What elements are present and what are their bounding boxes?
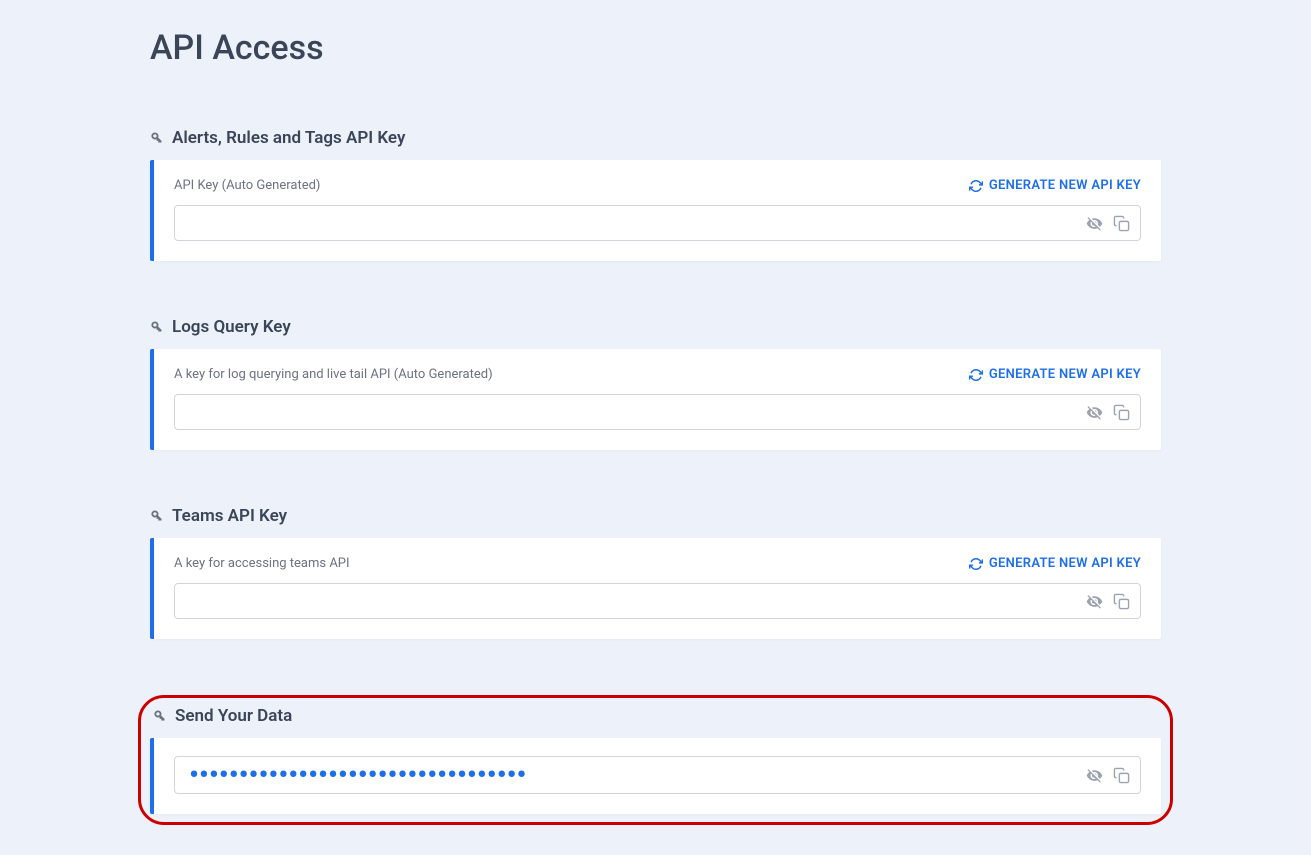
card-logs: A key for log querying and live tail API… bbox=[150, 349, 1161, 450]
api-key-input-wrapper bbox=[174, 205, 1141, 241]
section-header: Send Your Data bbox=[153, 706, 1161, 726]
generate-new-api-key-button[interactable]: GENERATE NEW API KEY bbox=[969, 367, 1141, 382]
refresh-icon bbox=[969, 557, 983, 571]
generate-label: GENERATE NEW API KEY bbox=[989, 556, 1141, 571]
api-key-value-masked: •••••••••••••••••••••••••••••••••• bbox=[189, 770, 1086, 780]
visibility-off-icon[interactable] bbox=[1086, 593, 1103, 610]
copy-icon[interactable] bbox=[1113, 215, 1130, 232]
refresh-icon bbox=[969, 179, 983, 193]
generate-new-api-key-button[interactable]: GENERATE NEW API KEY bbox=[969, 178, 1141, 193]
key-icon bbox=[153, 709, 167, 723]
card-send-data: •••••••••••••••••••••••••••••••••• bbox=[150, 738, 1161, 814]
api-key-input-wrapper: •••••••••••••••••••••••••••••••••• bbox=[174, 756, 1141, 794]
section-send-your-data: Send Your Data •••••••••••••••••••••••••… bbox=[150, 706, 1161, 814]
visibility-off-icon[interactable] bbox=[1086, 767, 1103, 784]
api-key-input-wrapper bbox=[174, 583, 1141, 619]
section-alerts-api-key: Alerts, Rules and Tags API Key API Key (… bbox=[150, 128, 1161, 261]
section-send-your-data-highlighted: Send Your Data •••••••••••••••••••••••••… bbox=[138, 695, 1173, 825]
generate-new-api-key-button[interactable]: GENERATE NEW API KEY bbox=[969, 556, 1141, 571]
section-title: Logs Query Key bbox=[172, 317, 291, 337]
card-alerts: API Key (Auto Generated) GENERATE NEW AP… bbox=[150, 160, 1161, 261]
copy-icon[interactable] bbox=[1113, 404, 1130, 421]
generate-label: GENERATE NEW API KEY bbox=[989, 367, 1141, 382]
section-title: Teams API Key bbox=[172, 506, 287, 526]
section-header: Logs Query Key bbox=[150, 317, 1161, 337]
api-key-input-wrapper bbox=[174, 394, 1141, 430]
copy-icon[interactable] bbox=[1113, 767, 1130, 784]
section-title: Send Your Data bbox=[175, 706, 292, 726]
generate-label: GENERATE NEW API KEY bbox=[989, 178, 1141, 193]
card-description: A key for log querying and live tail API… bbox=[174, 367, 493, 382]
refresh-icon bbox=[969, 368, 983, 382]
section-header: Alerts, Rules and Tags API Key bbox=[150, 128, 1161, 148]
section-title: Alerts, Rules and Tags API Key bbox=[172, 128, 405, 148]
card-teams: A key for accessing teams API GENERATE N… bbox=[150, 538, 1161, 639]
section-header: Teams API Key bbox=[150, 506, 1161, 526]
section-logs-query-key: Logs Query Key A key for log querying an… bbox=[150, 317, 1161, 450]
card-description: API Key (Auto Generated) bbox=[174, 178, 320, 193]
key-icon bbox=[150, 320, 164, 334]
copy-icon[interactable] bbox=[1113, 593, 1130, 610]
key-icon bbox=[150, 509, 164, 523]
key-icon bbox=[150, 131, 164, 145]
visibility-off-icon[interactable] bbox=[1086, 215, 1103, 232]
section-teams-api-key: Teams API Key A key for accessing teams … bbox=[150, 506, 1161, 639]
card-description: A key for accessing teams API bbox=[174, 556, 350, 571]
page-title: API Access bbox=[150, 28, 1161, 68]
visibility-off-icon[interactable] bbox=[1086, 404, 1103, 421]
